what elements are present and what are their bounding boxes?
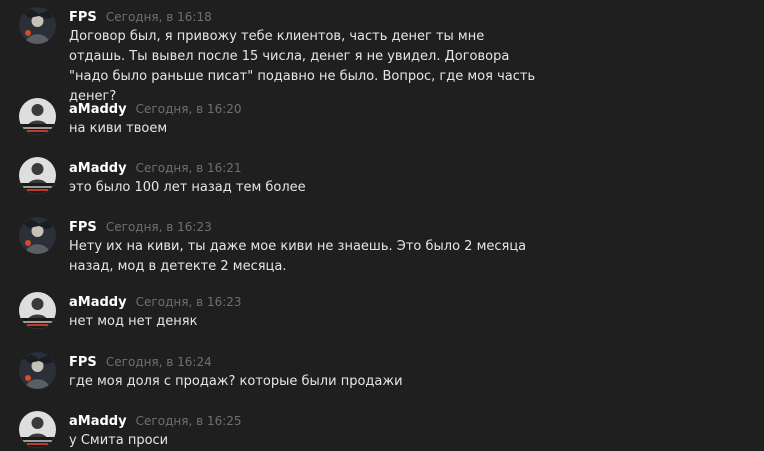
message-header: aMaddy Сегодня, в 16:20 — [69, 99, 242, 117]
message-text: это было 100 лет назад тем более — [69, 180, 306, 195]
author-name[interactable]: aMaddy — [69, 161, 127, 176]
message-header: FPS Сегодня, в 16:18 — [69, 7, 212, 25]
timestamp: Сегодня, в 16:24 — [105, 355, 212, 369]
author-name[interactable]: FPS — [69, 10, 97, 25]
message-text: нет мод нет деняк — [69, 314, 198, 329]
fps-avatar-icon[interactable] — [19, 352, 56, 389]
message-header: aMaddy Сегодня, в 16:25 — [69, 411, 242, 429]
author-name[interactable]: FPS — [69, 220, 97, 235]
message-text: Нету их на киви, ты даже мое киви не зна… — [69, 239, 531, 274]
fps-avatar-icon[interactable] — [19, 7, 56, 44]
chat-log: FPS Сегодня, в 16:18 Договор был, я прив… — [0, 0, 764, 451]
fps-avatar-icon[interactable] — [19, 217, 56, 254]
message-header: FPS Сегодня, в 16:23 — [69, 217, 212, 235]
message-header: aMaddy Сегодня, в 16:21 — [69, 158, 242, 176]
timestamp: Сегодня, в 16:21 — [135, 161, 242, 175]
message-text: Договор был, я привожу тебе клиентов, ча… — [69, 29, 540, 104]
message-header: FPS Сегодня, в 16:24 — [69, 352, 212, 370]
amaddy-avatar-icon[interactable] — [19, 411, 56, 448]
author-name[interactable]: aMaddy — [69, 295, 127, 310]
author-name[interactable]: aMaddy — [69, 102, 127, 117]
timestamp: Сегодня, в 16:20 — [135, 102, 242, 116]
timestamp: Сегодня, в 16:25 — [135, 414, 242, 428]
message-text: у Смита проси — [69, 433, 169, 448]
timestamp: Сегодня, в 16:23 — [135, 295, 242, 309]
amaddy-avatar-icon[interactable] — [19, 292, 56, 329]
author-name[interactable]: FPS — [69, 355, 97, 370]
message-text: где моя доля с продаж? которые были прод… — [69, 374, 403, 389]
amaddy-avatar-icon[interactable] — [19, 98, 56, 135]
amaddy-avatar-icon[interactable] — [19, 157, 56, 194]
timestamp: Сегодня, в 16:23 — [105, 220, 212, 234]
timestamp: Сегодня, в 16:18 — [105, 10, 212, 24]
message-text: на киви твоем — [69, 121, 168, 136]
author-name[interactable]: aMaddy — [69, 414, 127, 429]
message-header: aMaddy Сегодня, в 16:23 — [69, 292, 242, 310]
